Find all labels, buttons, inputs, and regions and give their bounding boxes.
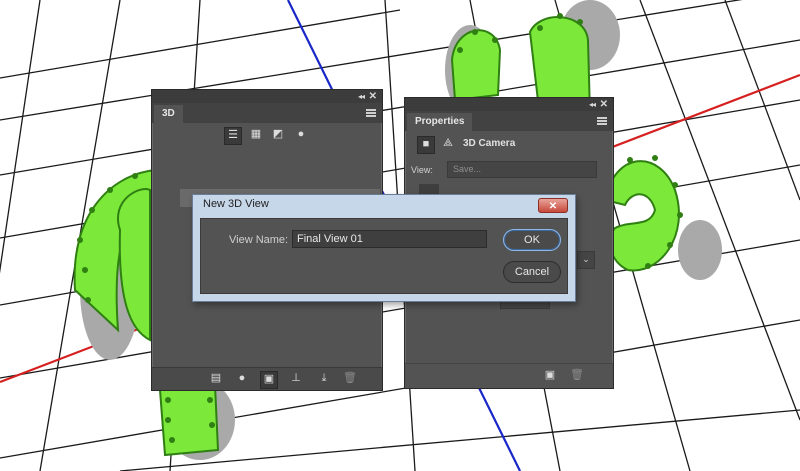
properties-footer: ▣ 🗑 (405, 363, 613, 388)
view-name-input[interactable]: Final View 01 (292, 230, 487, 248)
mesh-filter-icon[interactable]: ▦ (248, 127, 264, 143)
tab-3d[interactable]: 3D (154, 105, 183, 123)
add-light-icon[interactable]: ● (234, 371, 250, 387)
dropdown-stub[interactable]: ⌄ (577, 251, 595, 269)
panel-menu-icon[interactable] (366, 109, 376, 117)
close-icon[interactable]: ✕ (600, 98, 608, 111)
camera-icon[interactable]: ■ (417, 136, 435, 154)
view-label: View: (411, 165, 433, 175)
panel-3d-footer: ▤ ● ▣ ⊥ ⤓ 🗑 (152, 367, 382, 390)
tab-properties[interactable]: Properties (407, 113, 473, 131)
panel-properties-tabbar: Properties (405, 111, 613, 131)
trash-icon[interactable]: 🗑 (342, 371, 358, 387)
coordinates-icon[interactable]: ⟁ (440, 136, 456, 152)
view-select[interactable]: Save... (447, 161, 597, 178)
collapse-icon[interactable]: ◂◂ (358, 90, 365, 103)
drop-to-plane-icon[interactable]: ⊥ (288, 371, 304, 387)
new-3d-view-dialog: New 3D View ✕ View Name: Final View 01 O… (192, 194, 576, 302)
add-object-icon[interactable]: ⤓ (316, 371, 332, 387)
scene-filter-icon[interactable]: ☰ (224, 127, 242, 145)
dialog-close-icon[interactable]: ✕ (538, 198, 568, 213)
cancel-button[interactable]: Cancel (503, 261, 561, 283)
panel-properties-topbar: ◂◂ ✕ (405, 98, 613, 111)
panel-3d-topbar: ◂◂ ✕ (152, 90, 382, 103)
collapse-icon[interactable]: ◂◂ (589, 98, 596, 111)
light-filter-icon[interactable]: ● (293, 127, 309, 143)
render-icon[interactable]: ▤ (208, 371, 224, 387)
dialog-title: New 3D View (203, 198, 269, 210)
properties-header-label: 3D Camera (463, 138, 516, 149)
material-filter-icon[interactable]: ◩ (270, 127, 286, 143)
panel-menu-icon[interactable] (597, 117, 607, 125)
view-name-label: View Name: (229, 234, 289, 246)
camera-settings-icon[interactable]: ▣ (542, 368, 558, 384)
panel-3d-tabbar: 3D (152, 103, 382, 123)
dialog-body: View Name: Final View 01 OK Cancel (200, 218, 568, 294)
trash-icon[interactable]: 🗑 (569, 368, 585, 384)
close-icon[interactable]: ✕ (369, 90, 377, 103)
ok-button[interactable]: OK (503, 229, 561, 251)
camera-view-icon[interactable]: ▣ (260, 371, 278, 389)
